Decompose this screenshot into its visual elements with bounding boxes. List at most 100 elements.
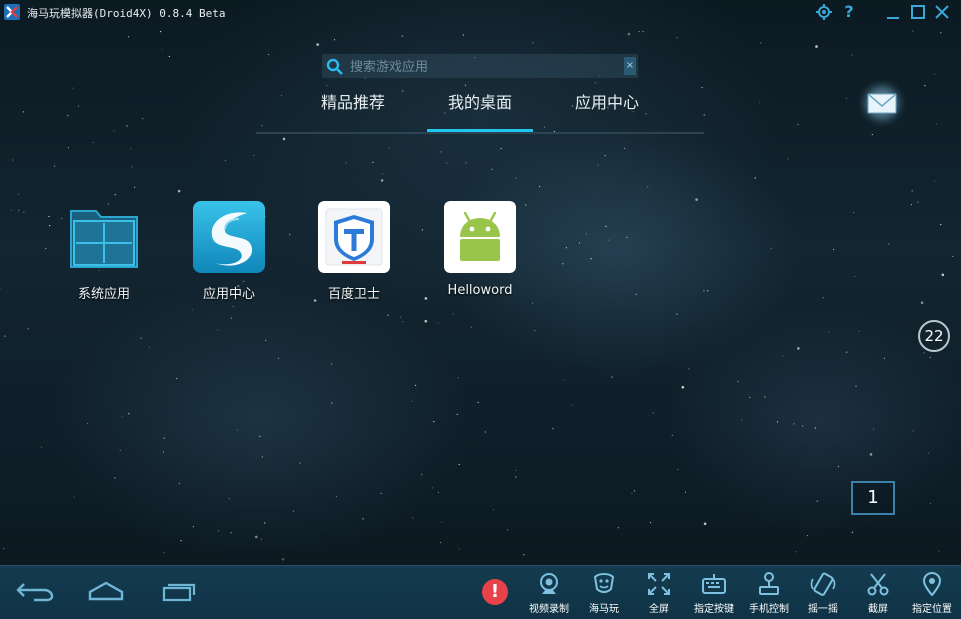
star [515,177,517,179]
baidu-guard-icon [318,201,390,273]
star [18,209,20,211]
star [230,532,232,534]
settings-gear-icon[interactable] [815,3,833,21]
star [754,177,756,179]
tool-label: 摇一摇 [808,604,838,615]
star [671,434,673,436]
star [168,55,170,58]
star [532,302,534,304]
tool-label: 海马玩 [589,604,619,615]
star [617,527,620,529]
star [858,330,860,332]
star [458,463,460,466]
maximize-icon[interactable] [909,3,927,21]
alert-icon[interactable]: ! [482,579,508,605]
star [515,476,517,478]
star [585,233,588,235]
mail-icon[interactable] [856,77,908,129]
star [938,550,940,552]
star [264,522,266,524]
star [253,154,255,157]
star [627,32,631,36]
back-arrow-icon[interactable] [14,578,58,604]
star [456,413,458,415]
screenshot-button[interactable]: 截屏 [849,569,907,619]
star [642,30,644,33]
star [681,385,685,389]
star [853,212,855,214]
star [707,290,709,292]
star [806,535,809,537]
star [676,37,678,39]
recent-apps-icon[interactable] [155,578,199,604]
fullscreen-icon [648,573,670,595]
star [911,190,913,192]
search-input[interactable] [348,56,622,78]
phone-control-button[interactable]: 手机控制 [740,569,798,619]
star [845,97,848,100]
star [12,159,14,161]
star [0,287,1,289]
star [608,239,610,241]
star [929,356,931,358]
key-mapping-button[interactable]: 指定按键 [685,569,743,619]
star [749,396,751,398]
video-record-button[interactable]: 视频录制 [520,569,578,619]
star [381,173,384,175]
tab-bar: 精品推荐 我的桌面 应用中心 [256,88,704,134]
star [871,133,873,136]
star [412,517,414,519]
shake-button[interactable]: 摇一摇 [794,569,852,619]
haimawan-button[interactable]: 海马玩 [575,569,633,619]
star [814,427,816,429]
star [917,201,919,203]
desktop-app-app-center[interactable]: 应用中心 [174,201,284,302]
set-location-button[interactable]: 指定位置 [903,569,961,619]
home-icon[interactable] [84,578,128,604]
star [40,446,43,448]
star [3,548,5,550]
desktop-app-helloword[interactable]: Helloword [425,201,535,298]
star [703,290,705,292]
minimize-icon[interactable] [884,3,902,21]
star [388,147,390,149]
bottom-toolbar: ! 视频录制 海马玩 全屏 指定按键 手机控制 摇一摇 截屏 指定位置 [0,565,961,619]
star [140,337,142,339]
search-clear-button[interactable]: × [624,57,636,75]
star [797,123,799,126]
star [484,431,486,433]
tool-label: 指定位置 [912,604,952,615]
star [362,518,364,520]
tab-my-desktop[interactable]: 我的桌面 [428,92,532,122]
star [851,531,853,534]
desktop-app-system-apps[interactable]: 系统应用 [49,201,159,302]
desktop-app-baidu-guard[interactable]: 百度卫士 [299,201,409,302]
star [787,158,789,160]
tab-app-center[interactable]: 应用中心 [552,92,662,122]
star [73,496,75,498]
star [940,224,942,226]
tab-featured[interactable]: 精品推荐 [298,92,408,122]
star [440,151,442,153]
star [230,317,232,319]
search-box[interactable]: × [322,54,638,78]
star [638,31,640,33]
star [67,147,69,149]
star [126,125,128,127]
star [770,247,772,249]
close-icon[interactable] [933,3,951,21]
app-label: 系统应用 [77,287,130,302]
star [380,492,382,494]
star [54,165,56,167]
star [415,384,417,386]
star [128,413,130,415]
star [114,194,116,196]
star [180,540,182,542]
app-logo-icon [4,4,20,20]
star [17,193,20,195]
active-tab-indicator [427,129,533,132]
folder-icon [70,210,138,268]
fullscreen-button[interactable]: 全屏 [630,569,688,619]
help-icon[interactable]: ? [840,3,858,21]
memory-boost-badge[interactable]: 22 [918,320,950,352]
